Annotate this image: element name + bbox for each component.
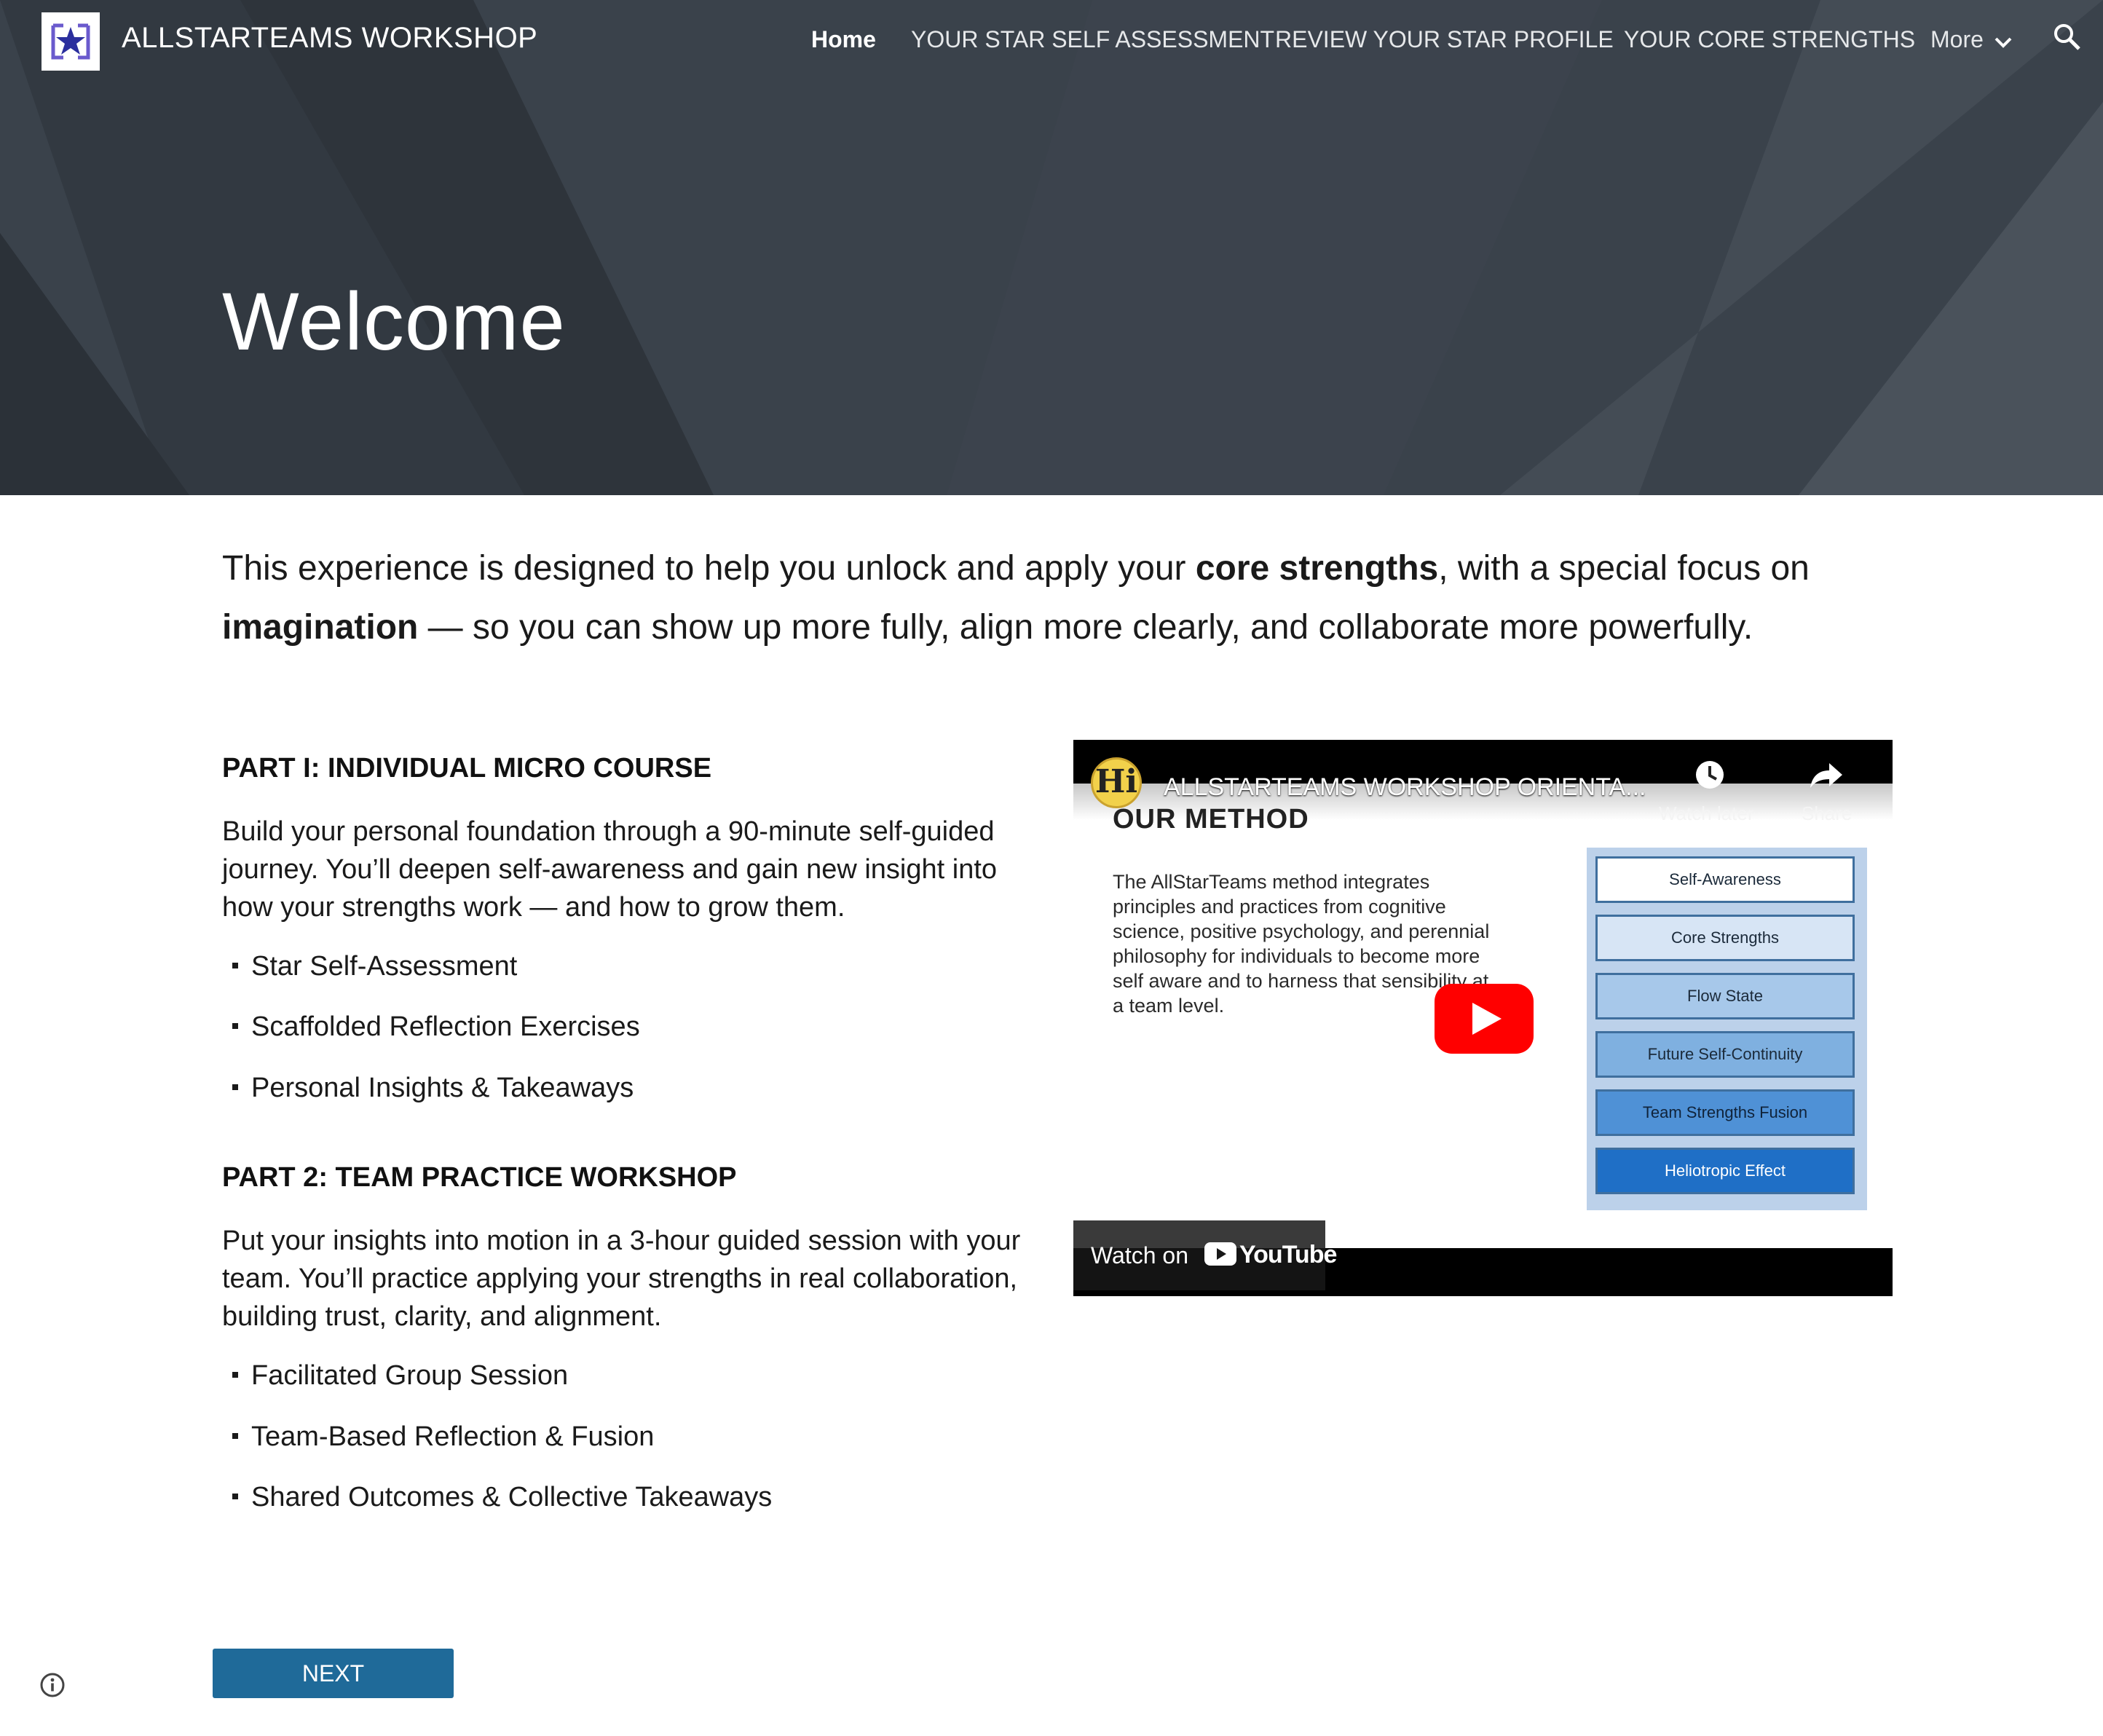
slide-line-3: science, positive psychology, and perenn…: [1113, 920, 1490, 942]
video-bottom-bar: [1325, 1248, 1893, 1296]
bullet-icon: [232, 1432, 238, 1439]
watch-on-youtube-button[interactable]: Watch on YouTube: [1073, 1220, 1337, 1290]
slide-line-2: principles and practices from cognitive: [1113, 896, 1446, 918]
method-box-self-awareness: Self-Awareness: [1595, 856, 1855, 903]
nav-home[interactable]: Home: [811, 26, 876, 53]
search-icon[interactable]: [2052, 22, 2083, 52]
site-title[interactable]: ALLSTARTEAMS WORKSHOP: [122, 22, 537, 55]
intro-text-3: — so you can show up more fully, align m…: [418, 608, 1753, 647]
list-item: Star Self-Assessment: [232, 951, 517, 982]
part1-paragraph: Build your personal foundation through a…: [222, 813, 1030, 926]
method-box-flow-state: Flow State: [1595, 973, 1855, 1019]
site-logo[interactable]: [42, 12, 100, 71]
video-title[interactable]: ALLSTARTEAMS WORKSHOP ORIENTA...: [1164, 773, 1646, 802]
intro-text-1: This experience is designed to help you …: [222, 549, 1196, 588]
nav-review-star-profile[interactable]: REVIEW YOUR STAR PROFILE: [1275, 26, 1614, 53]
chevron-down-icon[interactable]: [1991, 32, 2016, 52]
channel-avatar[interactable]: Hi: [1091, 757, 1142, 808]
part1-bullet-3: Personal Insights & Takeaways: [251, 1073, 634, 1103]
share-label[interactable]: Share: [1802, 802, 1852, 825]
slide-heading: OUR METHOD: [1113, 804, 1309, 835]
method-box-future-self: Future Self-Continuity: [1595, 1031, 1855, 1078]
bullet-icon: [232, 1084, 238, 1090]
list-item: Facilitated Group Session: [232, 1360, 568, 1392]
bullet-icon: [232, 1371, 238, 1378]
bullet-icon: [232, 962, 238, 968]
page-title: Welcome: [222, 276, 566, 368]
youtube-icon: [1204, 1242, 1236, 1266]
slide-line-1: The AllStarTeams method integrates: [1113, 871, 1430, 893]
nav-star-self-assessment[interactable]: YOUR STAR SELF ASSESSMENT: [911, 26, 1274, 53]
intro-bold-imagination: imagination: [222, 608, 419, 647]
part2-bullet-1: Facilitated Group Session: [251, 1360, 569, 1391]
youtube-wordmark: YouTube: [1239, 1241, 1337, 1269]
video-thumbnail: OUR METHOD The AllStarTeams method integ…: [1073, 740, 1893, 1248]
youtube-video-embed[interactable]: OUR METHOD The AllStarTeams method integ…: [1073, 740, 1893, 1296]
bullet-icon: [232, 1493, 238, 1499]
nav-more[interactable]: More: [1930, 26, 1984, 53]
part1-line-3: how your strengths work — and how to gro…: [222, 892, 845, 923]
watch-on-label: Watch on: [1091, 1242, 1188, 1269]
method-box-core-strengths: Core Strengths: [1595, 915, 1855, 961]
nav-core-strengths[interactable]: YOUR CORE STRENGTHS: [1624, 26, 1915, 53]
intro-bold-core-strengths: core strengths: [1195, 549, 1439, 588]
part1-line-1: Build your personal foundation through a…: [222, 816, 995, 847]
intro-paragraph: This experience is designed to help you …: [222, 539, 1897, 657]
method-box-heliotropic: Heliotropic Effect: [1595, 1148, 1855, 1194]
next-button[interactable]: NEXT: [213, 1649, 454, 1698]
play-icon[interactable]: [1435, 984, 1534, 1054]
header-hero: ALLSTARTEAMS WORKSHOP Home YOUR STAR SEL…: [0, 0, 2103, 495]
intro-text-2: , with a special focus on: [1438, 549, 1810, 588]
part2-line-2: team. You’ll practice applying your stre…: [222, 1263, 1018, 1294]
top-navigation-bar: ALLSTARTEAMS WORKSHOP Home YOUR STAR SEL…: [0, 0, 2103, 84]
part2-line-3: building trust, clarity, and alignment.: [222, 1301, 662, 1332]
part2-paragraph: Put your insights into motion in a 3-hou…: [222, 1222, 1030, 1335]
page: ALLSTARTEAMS WORKSHOP Home YOUR STAR SEL…: [0, 0, 2103, 1736]
method-boxes: Self-Awareness Core Strengths Flow State…: [1587, 848, 1867, 1210]
part1-bullet-2: Scaffolded Reflection Exercises: [251, 1011, 640, 1042]
list-item: Team-Based Reflection & Fusion: [232, 1421, 654, 1453]
part1-line-2: journey. You’ll deepen self-awareness an…: [222, 854, 998, 885]
part1-heading: PART I: INDIVIDUAL MICRO COURSE: [222, 753, 712, 784]
list-item: Scaffolded Reflection Exercises: [232, 1011, 640, 1043]
list-item: Personal Insights & Takeaways: [232, 1073, 634, 1104]
watch-later-label[interactable]: Watch later: [1659, 802, 1754, 825]
part2-bullet-2: Team-Based Reflection & Fusion: [251, 1421, 655, 1452]
clock-icon[interactable]: [1694, 759, 1726, 791]
part2-line-1: Put your insights into motion in a 3-hou…: [222, 1226, 1021, 1256]
method-box-team-fusion: Team Strengths Fusion: [1595, 1089, 1855, 1136]
part2-heading: PART 2: TEAM PRACTICE WORKSHOP: [222, 1162, 737, 1193]
share-arrow-icon[interactable]: [1809, 759, 1844, 791]
part1-bullet-1: Star Self-Assessment: [251, 951, 518, 982]
info-icon[interactable]: [39, 1672, 66, 1698]
slide-line-4: philosophy for individuals to become mor…: [1113, 945, 1480, 967]
logo-star-icon: [51, 23, 90, 60]
list-item: Shared Outcomes & Collective Takeaways: [232, 1482, 772, 1513]
part2-bullet-3: Shared Outcomes & Collective Takeaways: [251, 1482, 773, 1512]
bullet-icon: [232, 1022, 238, 1029]
